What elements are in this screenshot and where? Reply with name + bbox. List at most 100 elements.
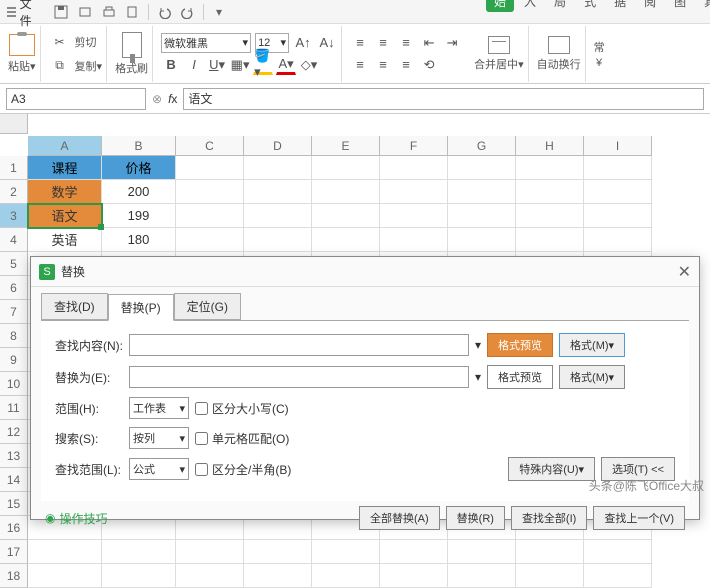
col-head-G[interactable]: G [448,136,516,156]
col-head-H[interactable]: H [516,136,584,156]
fill-color-icon[interactable]: 🪣▾ [253,55,273,75]
tab-data[interactable]: 数据 [606,0,634,12]
match-cell-check[interactable]: 单元格匹配(O) [195,430,289,447]
cell-C4[interactable] [176,228,244,252]
cell-H18[interactable] [516,564,584,588]
bold-icon[interactable]: B [161,55,181,75]
underline-icon[interactable]: U▾ [207,55,227,75]
select-all-corner[interactable] [0,114,28,134]
cell-C17[interactable] [176,540,244,564]
cell-D1[interactable] [244,156,312,180]
cell-F3[interactable] [380,204,448,228]
align-right-icon[interactable]: ≡ [396,55,416,75]
paste-icon[interactable] [9,34,35,56]
scope-select[interactable]: 工作表▾ [129,397,189,419]
cell-A2[interactable]: 数学 [28,180,102,204]
cell-E1[interactable] [312,156,380,180]
cell-F4[interactable] [380,228,448,252]
tab-review[interactable]: 审阅 [636,0,664,12]
replace-all-button[interactable]: 全部替换(A) [359,506,440,530]
dlg-tab-goto[interactable]: 定位(G) [174,293,241,320]
cell-A4[interactable]: 英语 [28,228,102,252]
increase-font-icon[interactable]: A↑ [293,33,313,53]
cell-D18[interactable] [244,564,312,588]
cell-G18[interactable] [448,564,516,588]
cell-I17[interactable] [584,540,652,564]
cell-B17[interactable] [102,540,176,564]
row-head-15[interactable]: 15 [0,492,28,516]
cell-C2[interactable] [176,180,244,204]
save-icon[interactable] [52,3,70,21]
cell-I18[interactable] [584,564,652,588]
cell-I4[interactable] [584,228,652,252]
format-btn-find[interactable]: 格式(M) ▾ [559,333,625,357]
italic-icon[interactable]: I [184,55,204,75]
col-head-A[interactable]: A [28,136,102,156]
indent-left-icon[interactable]: ⇤ [419,33,439,53]
lookin-select[interactable]: 公式▾ [129,458,189,480]
row-head-12[interactable]: 12 [0,420,28,444]
print-preview-icon[interactable] [76,3,94,21]
cell-H17[interactable] [516,540,584,564]
cell-D17[interactable] [244,540,312,564]
cell-D4[interactable] [244,228,312,252]
replace-input-dropdown-icon[interactable]: ▾ [475,370,481,384]
cell-H4[interactable] [516,228,584,252]
replace-button[interactable]: 替换(R) [446,506,505,530]
col-head-D[interactable]: D [244,136,312,156]
cut-icon[interactable]: ✂ [49,31,71,53]
cell-H3[interactable] [516,204,584,228]
match-width-check[interactable]: 区分全/半角(B) [195,461,291,478]
row-head-10[interactable]: 10 [0,372,28,396]
tab-view[interactable]: 视图 [666,0,694,12]
dropdown-icon[interactable]: ▾ [210,3,228,21]
cell-C1[interactable] [176,156,244,180]
cell-A17[interactable] [28,540,102,564]
cell-H1[interactable] [516,156,584,180]
cell-A3[interactable]: 语文 [28,204,102,228]
tips-link[interactable]: ◉ 操作技巧 [45,510,108,527]
export-icon[interactable] [124,3,142,21]
cell-C3[interactable] [176,204,244,228]
align-center-icon[interactable]: ≡ [373,55,393,75]
cell-H2[interactable] [516,180,584,204]
cell-I3[interactable] [584,204,652,228]
row-head-16[interactable]: 16 [0,516,28,540]
redo-icon[interactable] [179,3,197,21]
special-button[interactable]: 特殊内容(U) ▾ [508,457,595,481]
row-head-17[interactable]: 17 [0,540,28,564]
cell-B2[interactable]: 200 [102,180,176,204]
cell-E17[interactable] [312,540,380,564]
row-head-4[interactable]: 4 [0,228,28,252]
row-head-18[interactable]: 18 [0,564,28,588]
find-input-dropdown-icon[interactable]: ▾ [475,338,481,352]
tab-insert[interactable]: 插入 [516,0,544,12]
cell-I2[interactable] [584,180,652,204]
font-name-select[interactable]: 微软雅黑▾ [161,33,251,53]
col-head-F[interactable]: F [380,136,448,156]
find-prev-button[interactable]: 查找上一个(V) [593,506,685,530]
row-head-8[interactable]: 8 [0,324,28,348]
border-icon[interactable]: ▦▾ [230,55,250,75]
row-head-3[interactable]: 3 [0,204,28,228]
copy-icon[interactable]: ⧉ [49,55,71,77]
replace-input[interactable] [129,366,469,388]
cell-G17[interactable] [448,540,516,564]
decrease-font-icon[interactable]: A↓ [317,33,337,53]
row-head-13[interactable]: 13 [0,444,28,468]
cell-E2[interactable] [312,180,380,204]
search-select[interactable]: 按列▾ [129,427,189,449]
cell-F17[interactable] [380,540,448,564]
tab-formula[interactable]: 公式 [576,0,604,12]
row-head-1[interactable]: 1 [0,156,28,180]
file-menu[interactable]: 文件 [6,0,36,29]
align-top-icon[interactable]: ≡ [350,33,370,53]
name-box[interactable]: A3 [6,88,146,110]
formula-bar[interactable]: 语文 [183,88,704,110]
cell-G3[interactable] [448,204,516,228]
cell-G4[interactable] [448,228,516,252]
cell-A1[interactable]: 课程 [28,156,102,180]
cell-B1[interactable]: 价格 [102,156,176,180]
merge-icon[interactable] [488,36,510,54]
align-bottom-icon[interactable]: ≡ [396,33,416,53]
